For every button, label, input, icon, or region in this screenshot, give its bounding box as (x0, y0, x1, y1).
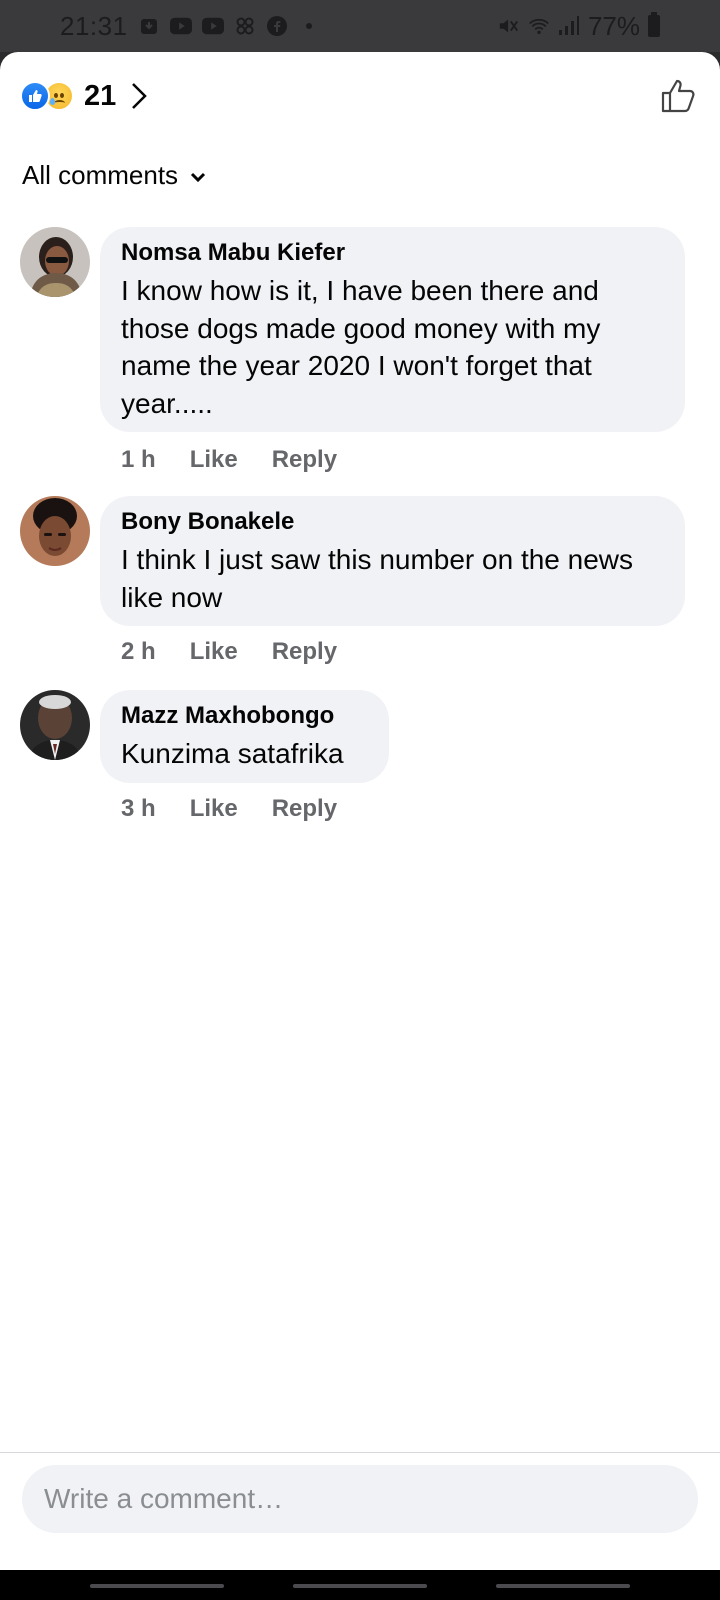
comment-actions: 1 h Like Reply (121, 446, 337, 474)
thumbs-up-icon (661, 79, 695, 113)
chevron-right-icon[interactable] (130, 80, 154, 112)
more-notifications-dot-icon (298, 15, 320, 37)
reply-button[interactable]: Reply (272, 795, 337, 823)
reaction-count: 21 (84, 79, 117, 112)
youtube-notification-icon (169, 15, 192, 37)
comment-sort-dropdown[interactable]: All comments (22, 160, 206, 191)
nav-back-button[interactable] (496, 1584, 630, 1588)
chevron-down-icon (190, 160, 206, 191)
system-nav-bar (0, 1570, 720, 1600)
slack-notification-icon (234, 15, 256, 37)
comment-author[interactable]: Mazz Maxhobongo (121, 702, 369, 730)
battery-percent: 77% (587, 10, 640, 41)
avatar[interactable] (20, 496, 90, 566)
comment-bubble: Mazz Maxhobongo Kunzima satafrika (100, 690, 389, 783)
reply-button[interactable]: Reply (272, 638, 337, 666)
comment-actions: 2 h Like Reply (121, 638, 337, 666)
battery-icon (648, 12, 660, 37)
comment-input[interactable] (22, 1465, 698, 1533)
status-bar: 21:31 77% (0, 0, 720, 52)
like-post-button[interactable] (658, 75, 700, 117)
nav-home-button[interactable] (293, 1584, 427, 1588)
avatar[interactable] (20, 227, 90, 297)
reactions-summary[interactable]: 21 (20, 76, 700, 116)
comment-text: I think I just saw this number on the ne… (121, 544, 634, 613)
youtube-notification-icon-2 (201, 15, 224, 37)
comments-sheet: 21 All comments Nomsa Mabu Kiefer I know… (0, 52, 720, 1570)
comment-actions: 3 h Like Reply (121, 795, 337, 823)
comment-composer (0, 1452, 720, 1570)
status-time: 21:31 (60, 10, 128, 41)
like-reaction-icon (20, 81, 50, 111)
comment-time: 2 h (121, 638, 156, 665)
mute-icon (498, 15, 520, 37)
comment-text: I know how is it, I have been there and … (121, 275, 601, 419)
like-button[interactable]: Like (190, 795, 238, 823)
nav-recents-button[interactable] (90, 1584, 224, 1588)
signal-icon (558, 15, 580, 37)
like-button[interactable]: Like (190, 446, 238, 474)
download-notification-icon (138, 15, 160, 37)
comment-bubble: Nomsa Mabu Kiefer I know how is it, I ha… (100, 227, 685, 432)
avatar[interactable] (20, 690, 90, 760)
comment-author[interactable]: Nomsa Mabu Kiefer (121, 239, 665, 267)
comment-author[interactable]: Bony Bonakele (121, 508, 665, 536)
comment-bubble: Bony Bonakele I think I just saw this nu… (100, 496, 685, 626)
reply-button[interactable]: Reply (272, 446, 337, 474)
comment-text: Kunzima satafrika (121, 738, 344, 769)
comment-time: 1 h (121, 446, 156, 473)
wifi-icon (528, 15, 550, 37)
sort-label: All comments (22, 160, 179, 190)
facebook-notification-icon (266, 15, 288, 37)
like-button[interactable]: Like (190, 638, 238, 666)
comment-time: 3 h (121, 795, 156, 822)
